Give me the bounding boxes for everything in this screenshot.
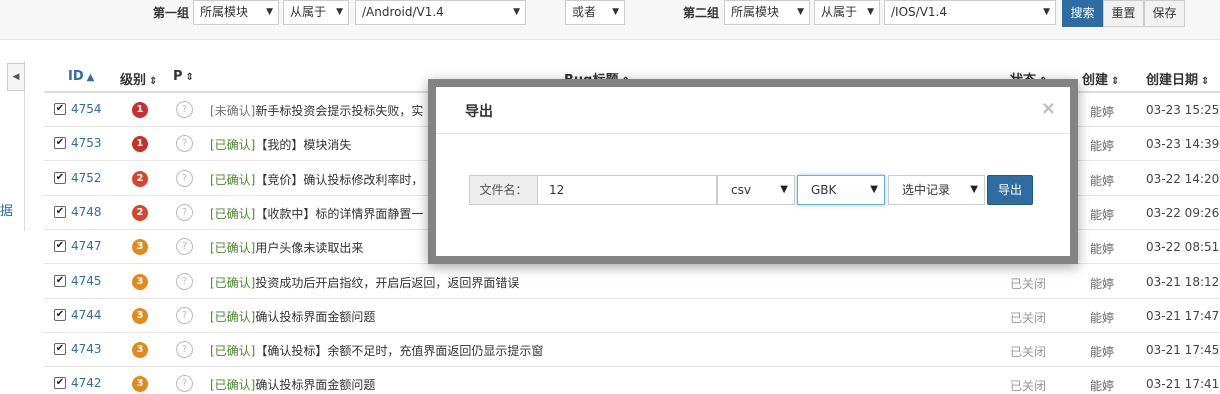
chevron-down-icon: ▼ [780, 184, 788, 195]
records-select[interactable]: 选中记录 ▼ [888, 175, 985, 205]
close-icon[interactable]: × [1041, 98, 1056, 119]
filename-input[interactable]: 12 [537, 175, 717, 205]
format-select[interactable]: csv ▼ [717, 175, 795, 205]
filename-label: 文件名： [469, 175, 538, 205]
modal-header: 导出 × [436, 87, 1070, 134]
encoding-select[interactable]: GBK ▼ [797, 175, 885, 205]
export-dialog: 导出 × 文件名： 12 csv ▼ GBK ▼ 选中记录 ▼ 导出 [428, 79, 1078, 264]
chevron-down-icon: ▼ [970, 184, 978, 195]
modal-title: 导出 [465, 104, 493, 120]
chevron-down-icon: ▼ [870, 184, 878, 195]
export-button[interactable]: 导出 [987, 175, 1033, 205]
